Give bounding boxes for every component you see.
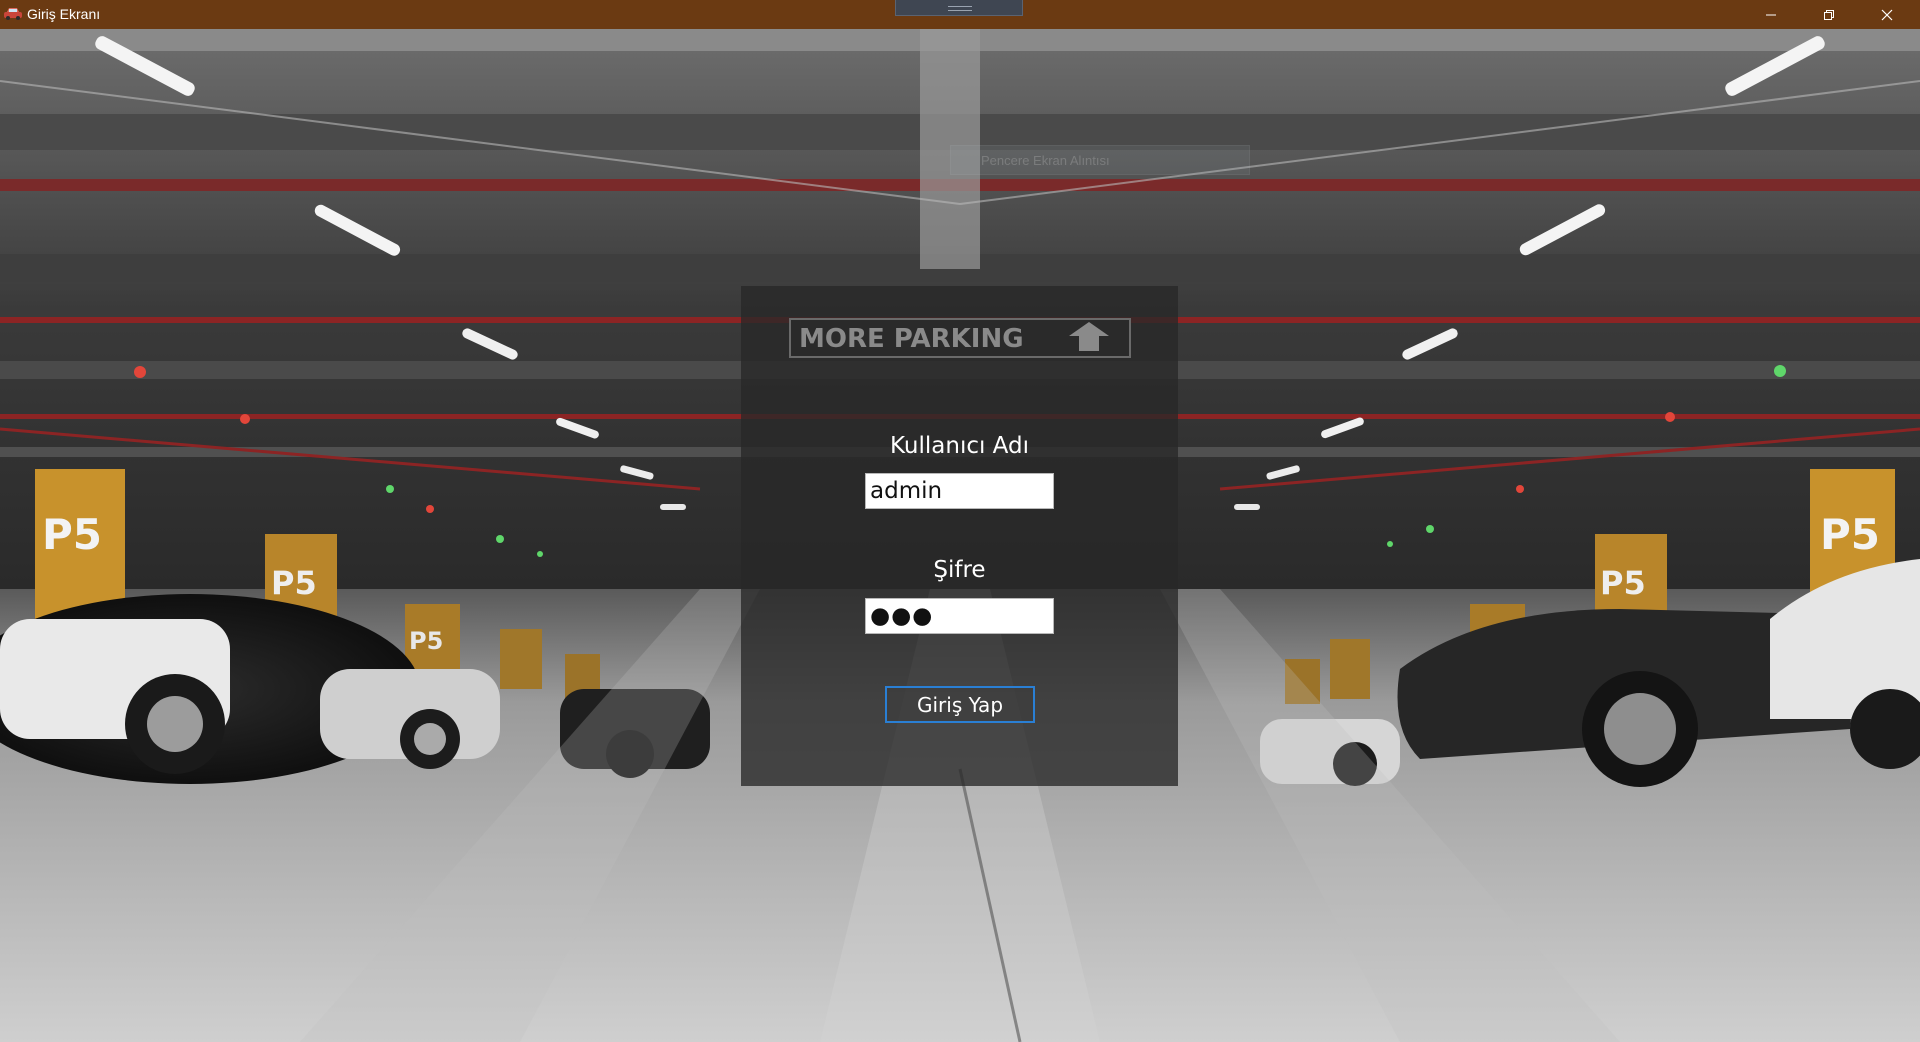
login-window: Giriş Ekranı P5 P5 P5 P5 P5 Pencere Ekra… [0,0,1920,1042]
password-label: Şifre [933,557,986,583]
minimize-icon [1765,9,1777,21]
svg-text:P5: P5 [271,564,317,602]
window-title: Giriş Ekranı [27,6,101,22]
car-icon [3,5,23,23]
title-bar[interactable]: Giriş Ekranı [0,0,1920,29]
username-label: Kullanıcı Adı [889,433,1030,459]
more-parking-sign: MORE PARKING [789,318,1131,358]
sign-text: MORE PARKING [799,324,1024,354]
close-icon [1881,9,1893,21]
minimize-button[interactable] [1742,0,1800,29]
svg-text:P5: P5 [42,510,102,559]
login-panel: MORE PARKING Kullanıcı Adı Şifre Giriş Y… [741,286,1178,786]
close-button[interactable] [1858,0,1916,29]
restore-button[interactable] [1800,0,1858,29]
password-input[interactable] [865,598,1054,634]
username-input[interactable] [865,473,1054,509]
svg-text:P5: P5 [1600,564,1646,602]
snipping-tooltip: Pencere Ekran Alıntısı [950,145,1250,175]
restore-icon [1823,9,1835,21]
svg-text:P5: P5 [409,627,443,655]
login-button[interactable]: Giriş Yap [885,686,1035,723]
snap-drag-handle[interactable] [895,0,1023,16]
svg-text:P5: P5 [1820,510,1880,559]
